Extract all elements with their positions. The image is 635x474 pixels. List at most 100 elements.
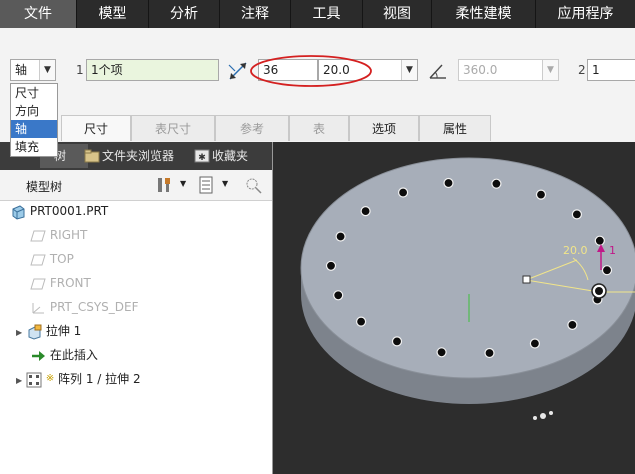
dimension-label[interactable]: 20.0 [563,244,588,257]
glint-mark [533,416,537,420]
tree-item-pattern[interactable]: ▶ ※ 阵列 1 / 拉伸 2 [16,368,141,390]
tree-item-label: PRT_CSYS_DEF [49,300,139,314]
favorites-label: 收藏夹 [212,149,249,163]
first-direction-index: 1 [76,63,84,77]
pattern-hole[interactable] [601,265,613,276]
pattern-hole[interactable] [391,336,403,347]
dimension-icon[interactable] [227,60,249,82]
tree-item-csys[interactable]: PRT_CSYS_DEF [30,296,139,318]
angle-icon [429,64,446,79]
glint-mark [540,413,546,419]
pattern-hole[interactable] [567,319,578,330]
tab-folder-browser[interactable]: 文件夹浏览器 [80,144,206,168]
highlight-ellipse [250,55,372,87]
tree-toolbar: 模型树 ▼ ▼ [0,170,272,201]
menu-analysis[interactable]: 分析 [149,0,220,28]
folder-icon [84,149,100,163]
pattern-option-direction[interactable]: 方向 [11,102,57,120]
pattern-marker-label: 1 [609,244,616,257]
total-angle-value: 360.0 [463,63,498,77]
favorites-icon: ✱ [194,149,210,163]
menu-model[interactable]: 模型 [77,0,149,28]
graphics-viewport[interactable]: 20.0 1 [273,142,635,474]
pattern-type-select[interactable]: 轴 ▼ [10,59,56,81]
tree-item-label: TOP [49,252,74,266]
csys-icon [32,302,44,313]
drag-handle[interactable] [522,275,531,284]
tree-item-extrude[interactable]: ▶ 拉伸 1 [16,320,81,342]
chevron-down-icon[interactable]: ▼ [39,60,55,80]
menu-flexible-modeling[interactable]: 柔性建模 [432,0,536,28]
datum-plane-icon [30,254,46,265]
folder-browser-label: 文件夹浏览器 [102,149,175,163]
tab-table-dimensions: 表尺寸 [131,115,215,141]
expand-arrow-icon[interactable]: ▶ [16,376,22,385]
pattern-hole[interactable] [398,187,409,198]
pattern-option-dimension[interactable]: 尺寸 [11,84,57,102]
extrude-icon [28,324,42,340]
expand-arrow-icon[interactable]: ▶ [16,328,22,337]
pattern-option-fill[interactable]: 填充 [11,138,57,156]
tree-settings-icon[interactable] [155,176,173,194]
second-direction-index: 2 [578,63,586,77]
tree-item-label: 拉伸 1 [45,324,82,338]
tree-item-front[interactable]: FRONT [30,272,91,294]
first-direction-field[interactable]: 1个项 [86,59,219,81]
chevron-down-icon[interactable]: ▼ [222,179,228,188]
menu-bar: 文件 模型 分析 注释 工具 视图 柔性建模 应用程序 [0,0,635,28]
datum-plane-icon [30,278,46,289]
tree-item-label: FRONT [49,276,91,290]
pattern-type-dropdown: 尺寸 方向 轴 填充 [10,83,58,157]
navigator-panel: 树 文件夹浏览器 ✱ 收藏夹 模型树 ▼ ▼ PRT0001.PRT RIGHT… [0,142,273,474]
chevron-down-icon: ▼ [542,60,558,80]
svg-text:✱: ✱ [198,153,206,163]
pattern-hole[interactable] [491,178,502,189]
tab-references: 参考 [215,115,289,141]
pattern-hole[interactable] [333,290,344,301]
pattern-hole[interactable] [325,260,337,271]
show-icon[interactable] [198,176,214,194]
tree-item-top[interactable]: TOP [30,248,74,270]
pattern-hole[interactable] [436,347,447,358]
tree-item-right[interactable]: RIGHT [30,224,87,246]
pattern-hole[interactable] [535,189,547,200]
pattern-icon [26,372,42,387]
chevron-down-icon[interactable]: ▼ [180,179,186,188]
part-icon [12,204,25,220]
menu-file[interactable]: 文件 [0,0,77,28]
tree-item-label: 阵列 1 / 拉伸 2 [58,372,141,386]
filter-icon[interactable] [244,176,264,194]
datum-plane-icon [30,230,46,241]
tree-root-label: PRT0001.PRT [29,204,109,218]
pattern-hole[interactable] [355,316,367,327]
tab-options[interactable]: 选项 [349,115,419,141]
pattern-option-axis[interactable]: 轴 [11,120,57,138]
menu-view[interactable]: 视图 [363,0,432,28]
tree-item-insert-here[interactable]: 在此插入 [30,344,98,366]
pattern-hole[interactable] [529,338,540,349]
pattern-hole[interactable] [443,177,454,189]
tree-item-label: RIGHT [49,228,88,242]
insert-arrow-icon [32,350,45,361]
tab-dimensions[interactable]: 尺寸 [61,115,131,141]
second-direction-field[interactable]: 1 [587,59,635,81]
total-angle-input: 360.0 ▼ [458,59,559,81]
pattern-type-value: 轴 [15,63,28,77]
pattern-hole[interactable] [594,235,605,246]
glint-mark [549,411,553,415]
pattern-leader-hole-center [595,287,603,295]
part-model[interactable]: 20.0 1 [273,142,635,474]
menu-applications[interactable]: 应用程序 [536,0,635,28]
pattern-hole[interactable] [484,347,495,359]
tab-favorites[interactable]: ✱ 收藏夹 [190,144,276,168]
tree-root[interactable]: PRT0001.PRT [10,200,108,222]
menu-annotate[interactable]: 注释 [220,0,291,28]
pattern-marker-icon: ※ [45,373,55,384]
pattern-hole[interactable] [360,205,371,217]
tab-properties[interactable]: 属性 [419,115,491,141]
pattern-hole[interactable] [571,209,582,220]
menu-tools[interactable]: 工具 [291,0,363,28]
pattern-hole[interactable] [335,231,346,242]
chevron-down-icon[interactable]: ▼ [401,60,417,80]
tree-item-label: 在此插入 [49,348,98,362]
